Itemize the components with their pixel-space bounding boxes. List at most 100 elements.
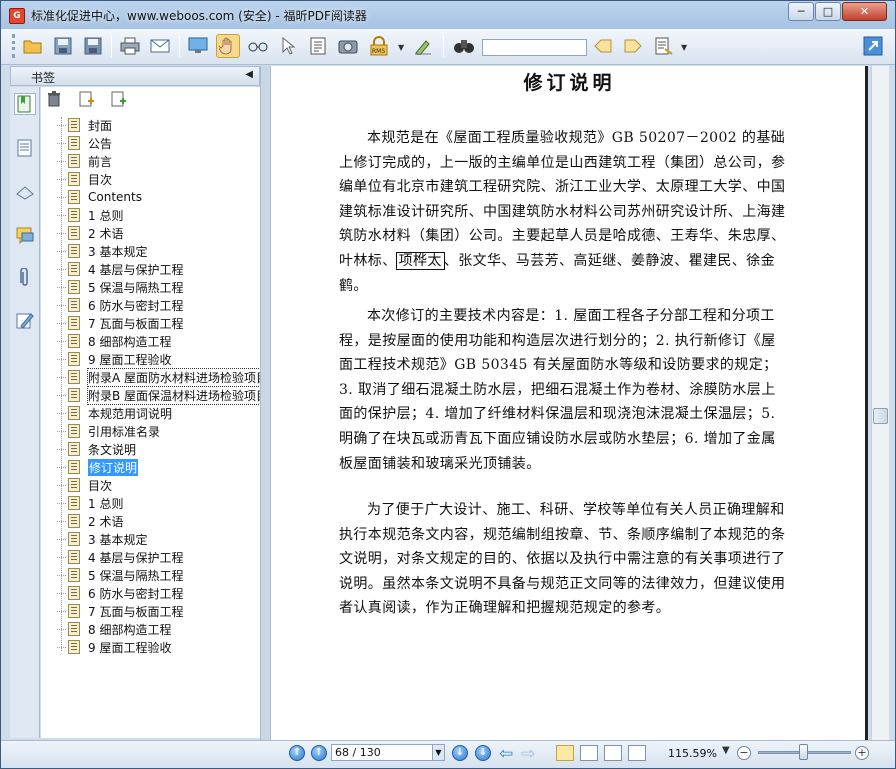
bookmark-item[interactable]: 8 细部构造工程: [57, 620, 171, 638]
expand-view-icon[interactable]: [861, 34, 885, 58]
bookmark-page-icon: [68, 478, 80, 492]
minimize-button[interactable]: ─: [788, 2, 814, 21]
hand-tool-icon[interactable]: [216, 34, 240, 58]
find-next-icon[interactable]: [621, 34, 645, 58]
pages-tab-icon[interactable]: [14, 137, 36, 159]
add-child-bookmark-icon[interactable]: [111, 91, 127, 111]
save-icon[interactable]: [51, 34, 75, 58]
search-options-icon[interactable]: [652, 34, 676, 58]
page-dropdown-icon[interactable]: ▼: [432, 745, 444, 760]
bookmark-item[interactable]: 6 防水与密封工程: [57, 296, 183, 314]
previous-page-icon[interactable]: ↑: [311, 745, 327, 761]
tree-connector: [57, 250, 66, 252]
bookmark-item[interactable]: 修订说明: [57, 458, 139, 476]
bookmark-item[interactable]: 2 术语: [57, 224, 123, 242]
save-as-icon[interactable]: [81, 34, 105, 58]
bookmark-item[interactable]: 9 屋面工程验收: [57, 638, 171, 656]
snapshot-camera-icon[interactable]: [336, 34, 360, 58]
bookmark-page-icon: [68, 406, 80, 420]
attachments-paperclip-icon[interactable]: [14, 267, 36, 289]
select-text-icon[interactable]: [306, 34, 330, 58]
tree-connector: [57, 466, 66, 468]
find-previous-icon[interactable]: [591, 34, 615, 58]
zoom-in-icon[interactable]: +: [855, 746, 869, 760]
select-arrow-icon[interactable]: [276, 34, 300, 58]
vertical-scrollbar[interactable]: [871, 66, 889, 740]
page-number-input[interactable]: 68 / 130 ▼: [331, 744, 445, 761]
continuous-view-icon[interactable]: [580, 745, 598, 761]
window-title: 标准化促进中心，www.weboos.com (安全) - 福昕PDF阅读器: [31, 9, 367, 23]
search-dropdown-arrow-icon[interactable]: ▼: [681, 43, 687, 52]
go-forward-icon[interactable]: ⇨: [521, 744, 535, 764]
zoom-glasses-icon[interactable]: [246, 34, 270, 58]
tree-connector: [57, 556, 66, 558]
collapse-panel-icon[interactable]: ◀: [245, 69, 253, 80]
bookmark-item[interactable]: 3 基本规定: [57, 530, 147, 548]
bookmark-item[interactable]: 7 瓦面与板面工程: [57, 314, 183, 332]
zoom-slider-thumb[interactable]: [798, 744, 808, 760]
email-icon[interactable]: [148, 34, 172, 58]
tree-connector: [57, 412, 66, 414]
bookmark-label: 9 屋面工程验收: [88, 640, 172, 655]
bookmark-item[interactable]: 9 屋面工程验收: [57, 350, 171, 368]
scrollbar-thumb[interactable]: [873, 408, 888, 424]
bookmark-item[interactable]: 本规范用词说明: [57, 404, 172, 422]
bookmark-item[interactable]: 条文说明: [57, 440, 136, 458]
bookmark-item[interactable]: 目次: [57, 170, 112, 188]
bookmark-item[interactable]: 附录A 屋面防水材料进场检验项目: [57, 367, 260, 387]
paragraph-1: 本规范是在《屋面工程质量验收规范》GB 50207－2002 的基础上修订完成的…: [339, 126, 787, 298]
bookmark-label: 4 基层与保护工程: [88, 262, 184, 277]
open-folder-icon[interactable]: [21, 34, 45, 58]
bookmark-item[interactable]: 6 防水与密封工程: [57, 584, 183, 602]
bookmark-item[interactable]: 引用标准名录: [57, 422, 160, 440]
fullscreen-monitor-icon[interactable]: [186, 34, 210, 58]
continuous-facing-view-icon[interactable]: [628, 745, 646, 761]
single-page-view-icon[interactable]: [556, 745, 574, 761]
bookmark-item[interactable]: 附录B 屋面保温材料进场检验项目: [57, 385, 260, 405]
rms-lock-icon[interactable]: RMS: [367, 34, 391, 58]
last-page-icon[interactable]: ⇓: [475, 745, 491, 761]
bookmark-item[interactable]: 5 保温与隔热工程: [57, 278, 183, 296]
tree-connector: [57, 448, 66, 450]
zoom-out-icon[interactable]: −: [737, 746, 751, 760]
layers-tab-icon[interactable]: [14, 181, 36, 203]
first-page-icon[interactable]: ⇑: [289, 745, 305, 761]
facing-view-icon[interactable]: [604, 745, 622, 761]
add-bookmark-icon[interactable]: [79, 91, 95, 111]
delete-bookmark-icon[interactable]: [47, 91, 61, 111]
close-button[interactable]: ✕: [842, 2, 887, 21]
bookmark-label: 5 保温与隔热工程: [88, 280, 184, 295]
zoom-dropdown-icon[interactable]: ▼: [722, 745, 730, 756]
bookmark-item[interactable]: 1 总则: [57, 494, 123, 512]
bookmark-item[interactable]: 5 保温与隔热工程: [57, 566, 183, 584]
toolbar-grip[interactable]: [12, 34, 15, 58]
navigation-rail: [10, 87, 40, 738]
print-icon[interactable]: [118, 34, 142, 58]
bookmark-item[interactable]: 4 基层与保护工程: [57, 260, 183, 278]
search-input[interactable]: [482, 39, 587, 56]
rms-dropdown-arrow-icon[interactable]: ▼: [398, 43, 404, 52]
bookmark-item[interactable]: 8 细部构造工程: [57, 332, 171, 350]
bookmark-item[interactable]: Contents: [57, 188, 142, 206]
bookmark-item[interactable]: 7 瓦面与板面工程: [57, 602, 183, 620]
bookmarks-tab-icon[interactable]: [14, 93, 36, 115]
panel-splitter[interactable]: [260, 66, 271, 740]
go-back-icon[interactable]: ⇦: [499, 744, 513, 764]
bookmark-item[interactable]: 公告: [57, 134, 112, 152]
bookmark-item[interactable]: 目次: [57, 476, 112, 494]
bookmark-item[interactable]: 2 术语: [57, 512, 123, 530]
bookmark-item[interactable]: 3 基本规定: [57, 242, 147, 260]
comments-tab-icon[interactable]: [14, 225, 36, 247]
signatures-tab-icon[interactable]: [14, 309, 36, 331]
bookmark-item[interactable]: 封面: [57, 116, 112, 134]
binoculars-search-icon[interactable]: [452, 34, 476, 58]
tree-connector: [57, 286, 66, 288]
bookmark-page-icon: [68, 532, 80, 546]
bookmark-item[interactable]: 前言: [57, 152, 112, 170]
sign-pen-icon[interactable]: [411, 34, 435, 58]
next-page-icon[interactable]: ↓: [452, 745, 468, 761]
maximize-button[interactable]: □: [815, 2, 841, 21]
toolbar-separator: [443, 35, 444, 57]
bookmark-item[interactable]: 1 总则: [57, 206, 123, 224]
bookmark-item[interactable]: 4 基层与保护工程: [57, 548, 183, 566]
